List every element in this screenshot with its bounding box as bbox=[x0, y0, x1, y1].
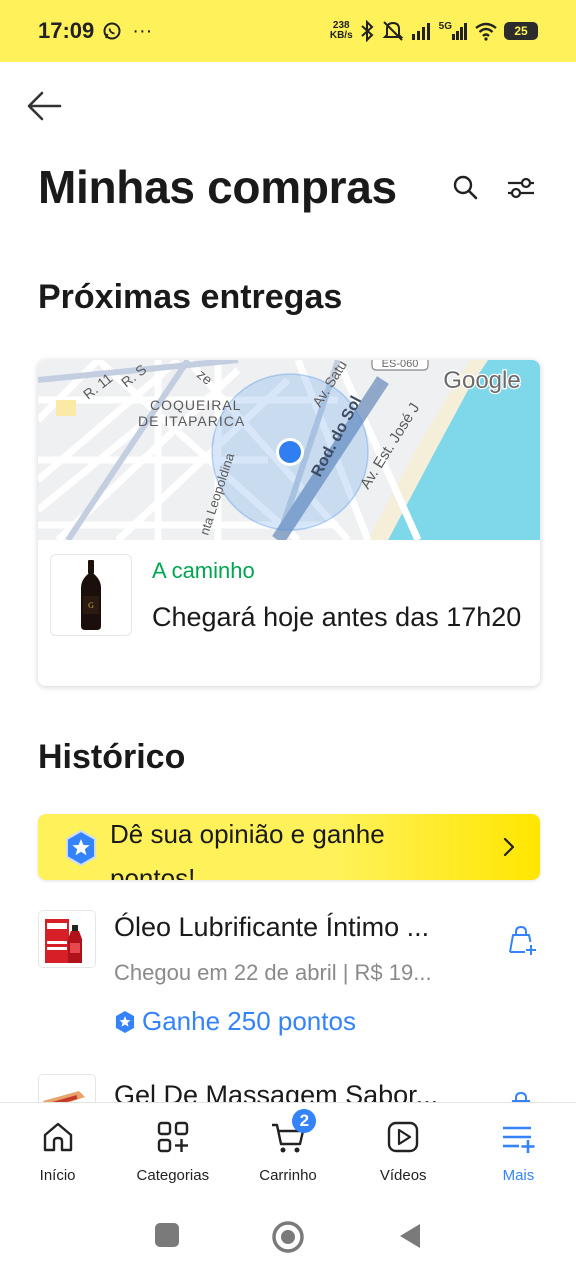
history-item-subtitle: Chegou em 22 de abril | R$ 19... bbox=[114, 960, 432, 985]
nav-label: Categorias bbox=[136, 1167, 210, 1184]
history-item-image[interactable] bbox=[38, 910, 96, 968]
delivery-status: A caminho bbox=[152, 558, 255, 583]
back-button[interactable] bbox=[24, 86, 64, 126]
map-label-coqueiral: COQUEIRAL bbox=[150, 397, 241, 413]
buy-again-button[interactable] bbox=[506, 924, 538, 956]
history-section-title: Histórico bbox=[38, 738, 186, 776]
net-speed: 238 KB/s bbox=[329, 20, 353, 41]
history-item[interactable]: Óleo Lubrificante Íntimo ... Chegou em 2… bbox=[38, 910, 540, 1050]
delivery-map[interactable]: COQUEIRAL DE ITAPARICA R. 11 R. S ze Av.… bbox=[38, 360, 540, 540]
wine-bottle-image: G bbox=[81, 560, 101, 630]
google-logo: Google bbox=[443, 367, 520, 394]
history-item-title: Gel De Massagem Sabor... bbox=[114, 1080, 439, 1102]
status-bar: 17:09 ··· 238 KB/s 5G 25 bbox=[0, 0, 576, 62]
nav-label: Mais bbox=[502, 1167, 535, 1184]
product-lubricant-image bbox=[39, 911, 95, 967]
status-time: 17:09 bbox=[38, 18, 95, 43]
signal-5g-icon bbox=[452, 23, 467, 40]
cart-count-badge: 2 bbox=[292, 1109, 317, 1133]
history-item-points[interactable]: Ganhe 250 pontos bbox=[114, 1006, 356, 1037]
points-label: Ganhe 250 pontos bbox=[142, 1006, 356, 1036]
network-type: 5G bbox=[438, 21, 452, 32]
buy-again-button[interactable] bbox=[506, 1090, 538, 1102]
delivery-card[interactable]: COQUEIRAL DE ITAPARICA R. 11 R. S ze Av.… bbox=[38, 360, 540, 686]
recents-button[interactable] bbox=[154, 1222, 180, 1248]
upcoming-section-title: Próximas entregas bbox=[38, 278, 343, 316]
bottom-nav: Início Categorias 2 Carrinho Vídeos Mais bbox=[0, 1102, 576, 1198]
shopping-bag-plus-icon bbox=[511, 1091, 531, 1102]
map-road-badge: ES-060 bbox=[371, 360, 429, 371]
whatsapp-icon bbox=[103, 22, 121, 40]
nav-label: Início bbox=[39, 1167, 76, 1184]
search-icon bbox=[453, 175, 478, 200]
wifi-icon bbox=[475, 22, 497, 41]
bluetooth-icon bbox=[360, 20, 374, 42]
mute-icon bbox=[382, 21, 404, 41]
battery-indicator: 25 bbox=[504, 22, 538, 40]
filter-button[interactable] bbox=[504, 172, 538, 204]
home-button[interactable] bbox=[271, 1220, 305, 1254]
nav-label: Vídeos bbox=[379, 1167, 427, 1184]
status-dots: ··· bbox=[132, 19, 153, 42]
nav-item-carrinho[interactable]: 2 Carrinho bbox=[230, 1103, 345, 1198]
more-menu-icon bbox=[503, 1126, 535, 1153]
nav-item-categorias[interactable]: Categorias bbox=[115, 1103, 230, 1198]
svg-text:ES-060: ES-060 bbox=[382, 360, 419, 370]
delivery-product-image[interactable]: G bbox=[50, 554, 132, 636]
shopping-bag-plus-icon bbox=[509, 925, 536, 955]
video-icon bbox=[388, 1121, 419, 1153]
filter-sliders-icon bbox=[508, 177, 534, 199]
nav-item-inicio[interactable]: Início bbox=[0, 1103, 115, 1198]
system-navigation-bar bbox=[0, 1198, 576, 1280]
arrow-left-icon bbox=[27, 91, 62, 121]
svg-text:G: G bbox=[88, 601, 94, 610]
page-title: Minhas compras bbox=[38, 161, 397, 213]
back-nav-button[interactable] bbox=[398, 1222, 422, 1250]
delivery-eta: Chegará hoje antes das 17h20 bbox=[152, 602, 522, 632]
opinion-banner-text: Dê sua opinião e ganhe pontos! bbox=[110, 819, 385, 880]
history-item[interactable]: Gel De Massagem Sabor... bbox=[38, 1074, 540, 1102]
nav-item-mais[interactable]: Mais bbox=[461, 1103, 576, 1198]
points-badge-icon bbox=[66, 830, 96, 866]
nav-label: Carrinho bbox=[259, 1167, 317, 1184]
product-gel-image bbox=[39, 1075, 95, 1102]
opinion-banner[interactable]: Dê sua opinião e ganhe pontos! bbox=[38, 814, 540, 880]
chevron-right-icon bbox=[503, 837, 515, 857]
signal-icon bbox=[411, 23, 430, 40]
categories-icon bbox=[157, 1121, 188, 1153]
history-item-title: Óleo Lubrificante Íntimo ... bbox=[114, 912, 430, 942]
map-label-itaparica: DE ITAPARICA bbox=[138, 413, 245, 429]
search-button[interactable] bbox=[450, 172, 482, 204]
home-icon bbox=[43, 1122, 72, 1152]
history-item-image[interactable] bbox=[38, 1074, 96, 1102]
nav-item-videos[interactable]: Vídeos bbox=[346, 1103, 461, 1198]
points-badge-icon bbox=[115, 1010, 135, 1033]
